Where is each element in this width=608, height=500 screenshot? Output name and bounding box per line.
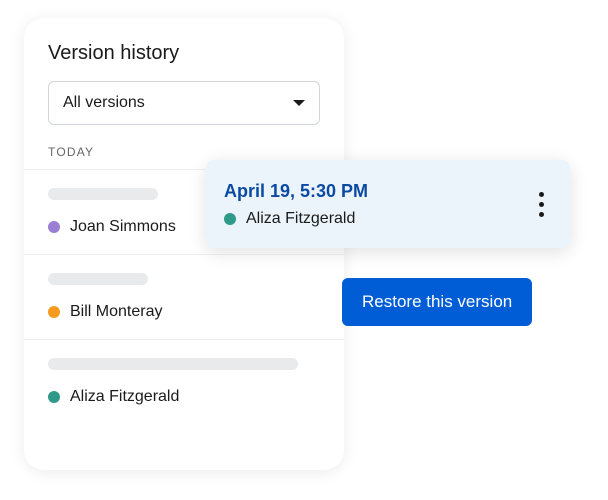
- author-name: Bill Monteray: [70, 303, 162, 321]
- version-item[interactable]: Bill Monteray: [24, 254, 344, 339]
- version-author: Aliza Fitzgerald: [224, 210, 368, 228]
- chevron-down-icon: [293, 100, 305, 106]
- dropdown-label: All versions: [63, 94, 145, 112]
- author-name: Aliza Fitzgerald: [70, 388, 179, 406]
- author-color-dot: [224, 213, 236, 225]
- version-filter-dropdown[interactable]: All versions: [48, 81, 320, 125]
- author-row: Aliza Fitzgerald: [48, 388, 320, 406]
- version-title-placeholder: [48, 188, 158, 200]
- version-timestamp: April 19, 5:30 PM: [224, 181, 368, 202]
- version-detail-popover: April 19, 5:30 PM Aliza Fitzgerald: [206, 160, 570, 248]
- more-options-icon[interactable]: [531, 184, 552, 225]
- author-color-dot: [48, 306, 60, 318]
- author-color-dot: [48, 221, 60, 233]
- author-color-dot: [48, 391, 60, 403]
- author-name: Aliza Fitzgerald: [246, 210, 355, 228]
- panel-title: Version history: [24, 42, 344, 81]
- author-row: Bill Monteray: [48, 303, 320, 321]
- restore-version-button[interactable]: Restore this version: [342, 278, 532, 326]
- author-name: Joan Simmons: [70, 218, 176, 236]
- version-item[interactable]: Aliza Fitzgerald: [24, 339, 344, 424]
- version-title-placeholder: [48, 273, 148, 285]
- version-title-placeholder: [48, 358, 298, 370]
